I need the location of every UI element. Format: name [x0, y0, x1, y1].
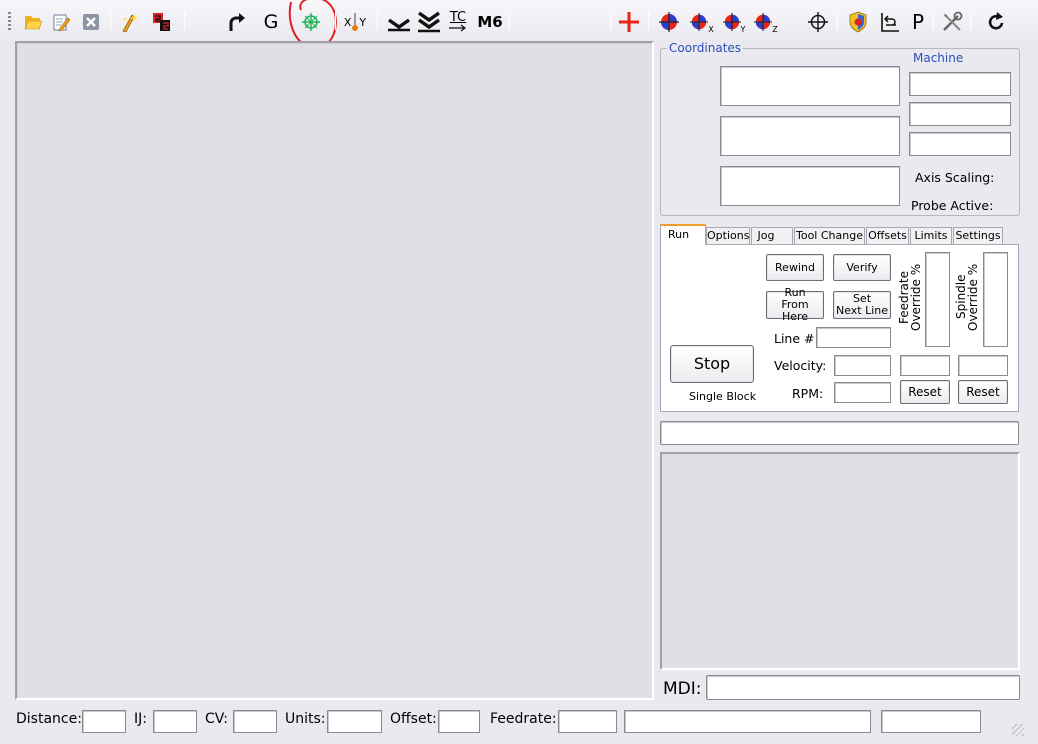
snap-center-icon[interactable]: [298, 10, 324, 34]
distance-label: Distance:: [16, 711, 82, 727]
redo-icon[interactable]: [224, 10, 248, 34]
machine-z-field[interactable]: [909, 132, 1011, 156]
tool-change-button[interactable]: TC: [446, 10, 470, 34]
units-label: Units:: [285, 711, 326, 727]
cv-label: CV:: [205, 711, 228, 727]
m6-button[interactable]: M6: [476, 10, 504, 34]
set-next-line-button[interactable]: Set Next Line: [833, 291, 891, 319]
zero-x-sub: X: [708, 25, 714, 34]
spindle-override-line2: Override %: [966, 263, 980, 331]
open-file-icon[interactable]: [22, 10, 44, 34]
wizard-icon[interactable]: [118, 10, 142, 34]
reverse-icon[interactable]: [878, 10, 902, 34]
run-from-here-button[interactable]: Run From Here: [766, 287, 824, 323]
feedrate-field[interactable]: [558, 710, 617, 733]
post-icon[interactable]: [150, 10, 174, 34]
line-number-label: Line #:: [774, 331, 819, 346]
velocity-field[interactable]: [834, 355, 891, 376]
axis-scaling-label: Axis Scaling:: [915, 170, 995, 185]
units-field[interactable]: [327, 710, 382, 733]
spindle-override-label: Spindle Override %: [954, 252, 980, 342]
feedrate-override-label: Feedrate Override %: [897, 252, 923, 342]
cv-field[interactable]: [233, 710, 277, 733]
feedrate-label: Feedrate:: [490, 711, 557, 727]
set-next-line-line2: Next Line: [835, 304, 889, 317]
tab-limits[interactable]: Limits: [910, 227, 952, 245]
zero-z-icon[interactable]: Z: [752, 10, 780, 34]
spindle-reset-button[interactable]: Reset: [958, 380, 1008, 404]
toolbar: G X Y TC M6 X Y Z P: [0, 0, 1038, 50]
parameters-button[interactable]: P: [906, 10, 930, 34]
feedrate-override-line2: Override %: [909, 263, 923, 331]
gcode-listing[interactable]: [660, 452, 1020, 670]
refresh-icon[interactable]: [984, 10, 1008, 34]
swap-y-label: Y: [359, 15, 367, 29]
coord-y-field[interactable]: [720, 116, 900, 156]
draw-g-button[interactable]: G: [260, 10, 282, 34]
rpm-label: RPM:: [792, 386, 824, 401]
swap-x-label: X: [343, 15, 352, 29]
verify-button[interactable]: Verify: [833, 254, 891, 281]
tools-icon[interactable]: [940, 10, 964, 34]
machine-label: Machine: [911, 51, 966, 65]
lower-single-icon[interactable]: [386, 10, 412, 34]
line-number-field[interactable]: [816, 327, 891, 348]
single-block-label: Single Block: [689, 390, 757, 403]
swap-xy-button[interactable]: X Y: [341, 10, 369, 34]
zero-y-icon[interactable]: Y: [720, 10, 748, 34]
distance-field[interactable]: [82, 710, 126, 733]
status-extra-field: [881, 710, 981, 733]
feedrate-reset-button[interactable]: Reset: [900, 380, 950, 404]
coord-x-field[interactable]: [720, 66, 900, 106]
mdi-input[interactable]: [706, 675, 1020, 700]
crosshair-red-icon[interactable]: [617, 10, 641, 34]
toolbar-grip[interactable]: [8, 12, 11, 30]
tab-jog[interactable]: Jog: [751, 227, 793, 245]
ij-label: IJ:: [134, 711, 147, 727]
target-icon[interactable]: [806, 10, 830, 34]
coordinates-title: Coordinates: [667, 41, 744, 55]
close-file-icon[interactable]: [80, 10, 102, 34]
feedrate-override-value[interactable]: [900, 355, 950, 376]
tool-change-label: TC: [449, 10, 467, 25]
lower-double-icon[interactable]: [416, 10, 442, 34]
spindle-override-slider[interactable]: [983, 252, 1008, 347]
tab-settings[interactable]: Settings: [953, 227, 1003, 245]
tab-options[interactable]: Options: [706, 227, 750, 245]
offset-field[interactable]: [438, 710, 480, 733]
tool-change-arrow-icon: [449, 24, 466, 32]
zero-z-sub: Z: [772, 25, 778, 34]
zero-all-icon[interactable]: [658, 10, 680, 34]
ij-field[interactable]: [153, 710, 197, 733]
rpm-field[interactable]: [834, 382, 891, 403]
status-message-field: [624, 710, 871, 733]
shield-check-icon[interactable]: [846, 10, 870, 34]
coord-z-field[interactable]: [720, 166, 900, 206]
machine-y-field[interactable]: [909, 102, 1011, 126]
mdi-label: MDI:: [663, 679, 702, 699]
tab-run[interactable]: Run: [660, 224, 706, 245]
spindle-override-value[interactable]: [958, 355, 1008, 376]
feedrate-override-slider[interactable]: [925, 252, 950, 347]
offset-label: Offset:: [390, 711, 437, 727]
velocity-label: Velocity:: [774, 358, 827, 373]
toolpath-display[interactable]: [15, 41, 654, 700]
stop-button[interactable]: Stop: [670, 345, 754, 383]
machine-x-field[interactable]: [909, 72, 1011, 96]
run-from-here-line2: From Here: [781, 298, 809, 323]
tab-tool-change[interactable]: Tool Change: [794, 227, 865, 245]
zero-x-icon[interactable]: X: [688, 10, 716, 34]
zero-y-sub: Y: [740, 25, 746, 34]
message-bar: [660, 421, 1019, 445]
resize-grip[interactable]: [1012, 724, 1024, 736]
tab-offsets[interactable]: Offsets: [866, 227, 909, 245]
probe-active-label: Probe Active:: [911, 198, 994, 213]
rewind-button[interactable]: Rewind: [766, 254, 824, 281]
edit-file-icon[interactable]: [50, 10, 72, 34]
